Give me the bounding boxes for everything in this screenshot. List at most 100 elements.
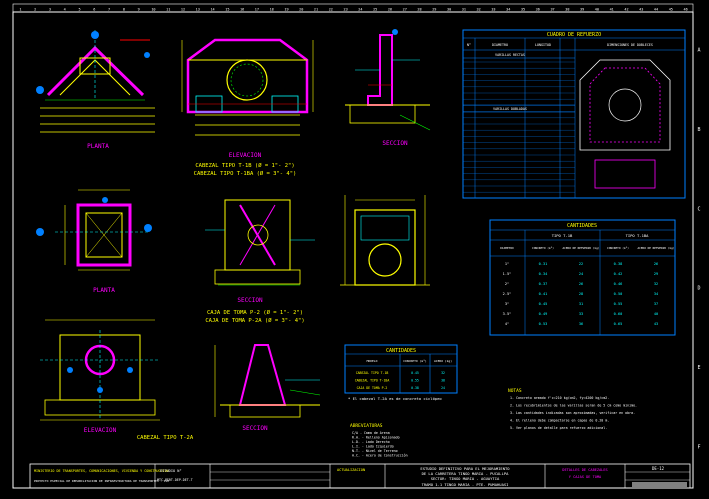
cantidades-mid-body: MODELO CONCRETO (m³) ACERO (kg) CABEZAL TIP… <box>355 359 452 390</box>
col-label: 6 <box>93 8 95 12</box>
cantidades-cell: 0.60 <box>614 312 623 316</box>
cantidades-cell: 0.46 <box>614 282 623 286</box>
cantidades-cell: 37 <box>654 302 658 306</box>
refuerzo-h2: DIAMETRO <box>492 43 508 47</box>
col-label: 19 <box>284 8 288 12</box>
tb-sector: SECTOR: TINGO MARIA - AGUAYTIA <box>431 476 500 481</box>
col-label: 29 <box>432 8 436 12</box>
nota-item: 1. Concreto armado f'c=210 kg/cm2, fy=42… <box>510 396 609 400</box>
seccion-mid-view <box>205 199 315 286</box>
caja-p2a-label: CAJA DE TOMA P-2A (Ø = 3"- 4") <box>205 317 304 324</box>
seccion-bot-label: SECCION <box>242 425 268 432</box>
col-label: 20 <box>299 8 303 12</box>
cant-mid-cell: 24 <box>441 386 445 390</box>
col-label: 22 <box>329 8 333 12</box>
elevacion-top-label: ELEVACION <box>229 152 262 159</box>
seccion-mid-label: SECCION <box>237 297 263 304</box>
row-label: E <box>697 365 700 371</box>
tb-program: PROYECTO ESPECIAL DE REHABILITACION DE I… <box>34 479 170 483</box>
col-label: 39 <box>580 8 584 12</box>
tb-sheet-code: MTC-PERT-DEP-DET-T <box>157 478 193 482</box>
tb-tramo: TRAMO 1.1 TINGO MARIA - PTE. PUMAHUASI <box>422 482 509 487</box>
caja-p2-label: CAJA DE TOMA P-2 (Ø = 1"- 2") <box>207 309 303 316</box>
elevacion-caja-view <box>340 195 430 286</box>
elevacion-bot-view <box>40 319 160 421</box>
cant-mid-header: CONCRETO (m³) <box>403 359 427 363</box>
row-labels: A B C D E F <box>697 48 700 451</box>
abreviaturas-list: C/A - Cama de ArenaR.A. - Relleno Apison… <box>352 431 408 458</box>
col-label: 16 <box>240 8 244 12</box>
column-labels: 1 2 3 4 5 6 7 8 9 10 11 12 13 14 15 16 17 18 19 20 21 22 23 24 2… <box>19 8 687 12</box>
cantidades-cell: 32 <box>654 282 658 286</box>
col-label: 42 <box>624 8 628 12</box>
refuerzo-h3: LONGITUD <box>535 43 551 47</box>
col-label: 11 <box>166 8 170 12</box>
top-ruler <box>12 3 694 13</box>
cant-mid-cell: CABEZAL TIPO T-1BA <box>355 379 390 383</box>
cantidades-col-header: CONCRETO (m³) <box>607 246 629 250</box>
col-label: 36 <box>536 8 540 12</box>
abreviatura-item: N.T. - Nivel de Terreno <box>352 449 398 453</box>
col-label: 18 <box>270 8 274 12</box>
planta-mid-label: PLANTA <box>93 287 115 294</box>
cantidades-cell: 31 <box>579 302 583 306</box>
col-label: 12 <box>181 8 185 12</box>
cantidades-cell: 2" <box>505 282 509 286</box>
col-label: 23 <box>343 8 347 12</box>
cant-mid-cell: 0.38 <box>411 386 419 390</box>
col-label: 32 <box>477 8 481 12</box>
col-label: 26 <box>388 8 392 12</box>
cantidades-cell: 0.34 <box>539 272 548 276</box>
cantidades-cell: 0.38 <box>614 262 623 266</box>
cant-mid-cell: 0.45 <box>411 371 419 375</box>
cantidades-cell: 29 <box>654 272 658 276</box>
notas-list: 1. Concreto armado f'c=210 kg/cm2, fy=42… <box>510 396 637 430</box>
cantidades-cell: 0.50 <box>614 292 623 296</box>
col-label: 1 <box>19 8 21 12</box>
tb-drawing-title-1: DETALLES DE CABEZALES <box>562 468 607 472</box>
cant-mid-cell: 32 <box>441 371 445 375</box>
tb-approved: ACTUALIZACION <box>337 468 365 472</box>
nota-item: 5. Ver planos de detalle para refuerzo a… <box>510 426 607 430</box>
cantidades-cell: 36 <box>579 322 583 326</box>
row-label: C <box>697 206 700 212</box>
col-label: 43 <box>639 8 643 12</box>
col-label: 45 <box>669 8 673 12</box>
cantidades-cell: 22 <box>579 262 583 266</box>
col-label: 34 <box>506 8 510 12</box>
cantidades-right-header: DIAMETRO CONCRETO (m³) ACERO DE REFUERZO (… <box>500 246 675 250</box>
cantidades-cell: 28 <box>579 292 583 296</box>
refuerzo-sec1: VARILLAS RECTAS <box>495 53 525 57</box>
cantidades-cell: 3" <box>505 302 509 306</box>
planta-mid-view <box>36 189 152 271</box>
col-label: 44 <box>654 8 658 12</box>
cantidades-cell: 40 <box>654 312 658 316</box>
seccion-bot-view <box>214 344 321 418</box>
col-label: 38 <box>565 8 569 12</box>
col-label: 8 <box>123 8 125 12</box>
col-label: 9 <box>138 8 140 12</box>
cantidades-group-2: TIPO T-1BA <box>626 233 650 238</box>
drawing-sheet: 1 2 3 4 5 6 7 8 9 10 11 12 13 14 15 16 17 18 19 20 21 22 23 24 2… <box>0 0 709 499</box>
cantidades-cell: 3.5" <box>503 312 512 316</box>
row-label: D <box>697 286 700 292</box>
cantidades-group-1: TIPO T-1B <box>552 233 573 238</box>
refuerzo-grid <box>463 61 575 193</box>
col-label: 21 <box>314 8 318 12</box>
abreviatura-item: L.I. - Lado Izquierdo <box>352 445 394 449</box>
col-label: 5 <box>78 8 80 12</box>
cantidades-cell: 0.31 <box>539 262 548 266</box>
cantidades-cell: 34 <box>654 292 658 296</box>
row-label: F <box>697 444 700 450</box>
cantidades-col-header: CONCRETO (m³) <box>532 246 554 250</box>
cantidades-cell: 26 <box>654 262 658 266</box>
cantidades-col-header: ACERO DE REFUERZO (kg) <box>637 246 674 250</box>
col-label: 24 <box>358 8 362 12</box>
cantidades-cell: 0.37 <box>539 282 548 286</box>
col-label: 40 <box>595 8 599 12</box>
abreviatura-item: L.D. - Lado Derecho <box>352 440 390 444</box>
col-label: 4 <box>64 8 66 12</box>
col-label: 2 <box>34 8 36 12</box>
elevacion-top-view <box>181 38 314 136</box>
cantidades-cell: 24 <box>579 272 583 276</box>
